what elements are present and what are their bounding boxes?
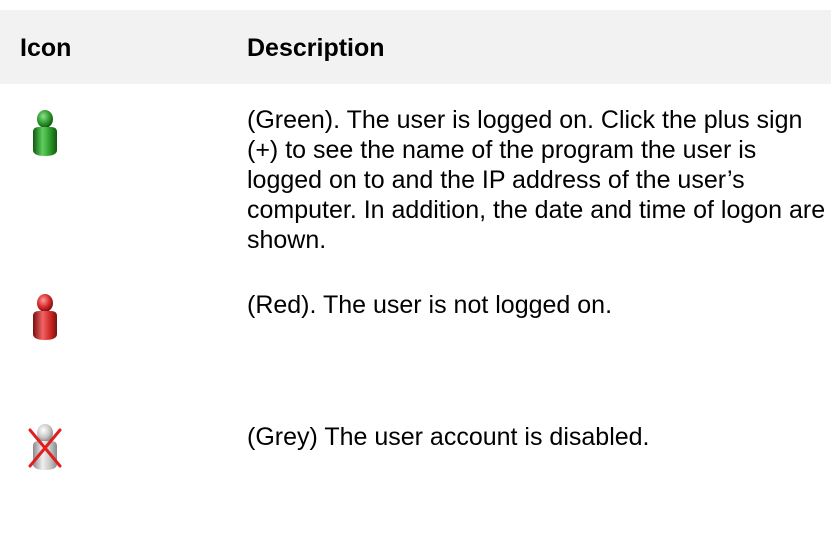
description-column-header: Description [247, 34, 385, 62]
table-header-row: Icon Description [0, 10, 831, 84]
user-not-logged-on-red-icon [25, 292, 65, 342]
user-disabled-grey-icon [25, 422, 65, 472]
row-description: (Red). The user is not logged on. [247, 291, 613, 319]
table-row: (Green). The user is logged on. Click th… [0, 105, 831, 275]
table-row: (Red). The user is not logged on. [0, 290, 831, 400]
user-logged-on-green-icon [25, 108, 65, 158]
table-row: (Grey) The user account is disabled. [0, 412, 831, 512]
row-description: (Grey) The user account is disabled. [247, 423, 650, 451]
row-description: (Green). The user is logged on. Click th… [247, 106, 826, 254]
icon-column-header: Icon [20, 34, 72, 62]
